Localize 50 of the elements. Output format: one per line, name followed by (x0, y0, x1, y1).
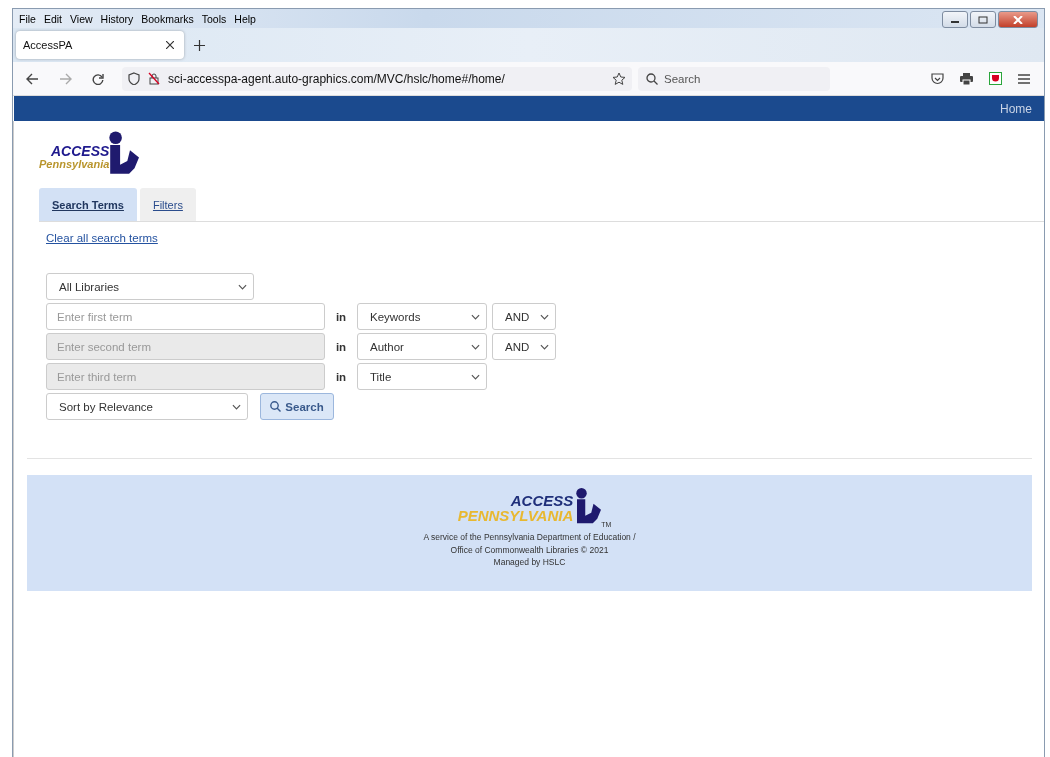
sort-dropdown[interactable]: Sort by Relevance (46, 393, 248, 420)
chevron-icon (471, 313, 480, 320)
search-button[interactable]: Search (260, 393, 334, 420)
chevron-icon (471, 343, 480, 350)
menu-item[interactable]: Edit (43, 12, 62, 25)
new-tab-icon[interactable] (194, 39, 205, 51)
search-icon (270, 401, 282, 412)
chevron-icon (540, 343, 549, 350)
printer-icon[interactable] (960, 72, 973, 85)
back-icon[interactable] (26, 72, 39, 85)
extension-icon[interactable] (989, 72, 1002, 85)
maximize-icon (978, 15, 988, 24)
close-icon[interactable] (166, 41, 174, 49)
menu-item[interactable]: History (100, 12, 134, 25)
reload-icon[interactable] (92, 72, 104, 85)
footer-text: A service of the Pennsylvania Department of Education / (423, 531, 636, 544)
menu-item[interactable]: Help (234, 12, 256, 25)
in-label: in (334, 310, 348, 323)
menu-item[interactable]: File (19, 12, 36, 25)
pocket-icon[interactable] (931, 72, 944, 85)
close-icon (1013, 15, 1023, 24)
chevron-icon (540, 313, 549, 320)
menu-item[interactable]: Bookmarks (141, 12, 194, 25)
tab[interactable]: Filters (139, 188, 196, 221)
search-field[interactable]: Search (638, 66, 830, 91)
operator-dropdown[interactable]: AND (492, 303, 556, 330)
field-dropdown[interactable]: Keywords (357, 303, 487, 330)
library-dropdown[interactable]: All Libraries (46, 273, 254, 300)
shield-icon (128, 72, 140, 85)
menu-item[interactable]: Tools (201, 12, 227, 25)
in-label: in (334, 340, 348, 353)
lock-icon (148, 72, 160, 85)
nav-link[interactable]: Home (1000, 101, 1032, 116)
minimize-button[interactable] (942, 11, 968, 28)
browser-tab[interactable]: AccessPA (16, 31, 184, 59)
menu-icon[interactable] (1018, 73, 1030, 84)
chevron-icon (471, 373, 480, 380)
site-logo[interactable]: ACCESS Pennsylvania (39, 130, 140, 176)
close-button[interactable] (998, 11, 1038, 28)
clear-search-link[interactable]: Clear all search terms (46, 232, 158, 244)
chevron-icon (232, 403, 241, 410)
address-bar[interactable]: sci-accesspa-agent.auto-graphics.com/MVC/hslc/home#/home/ (122, 66, 632, 91)
star-icon[interactable] (612, 71, 626, 86)
tab[interactable]: Search Terms (39, 188, 137, 221)
footer-text: Office of Commonwealth Libraries © 2021 (450, 543, 609, 556)
chevron-icon (238, 283, 247, 290)
footer-text: Managed by HSLC (493, 556, 566, 569)
in-label: in (334, 370, 348, 383)
menu-item[interactable]: View (70, 12, 93, 25)
search-icon (646, 72, 658, 85)
